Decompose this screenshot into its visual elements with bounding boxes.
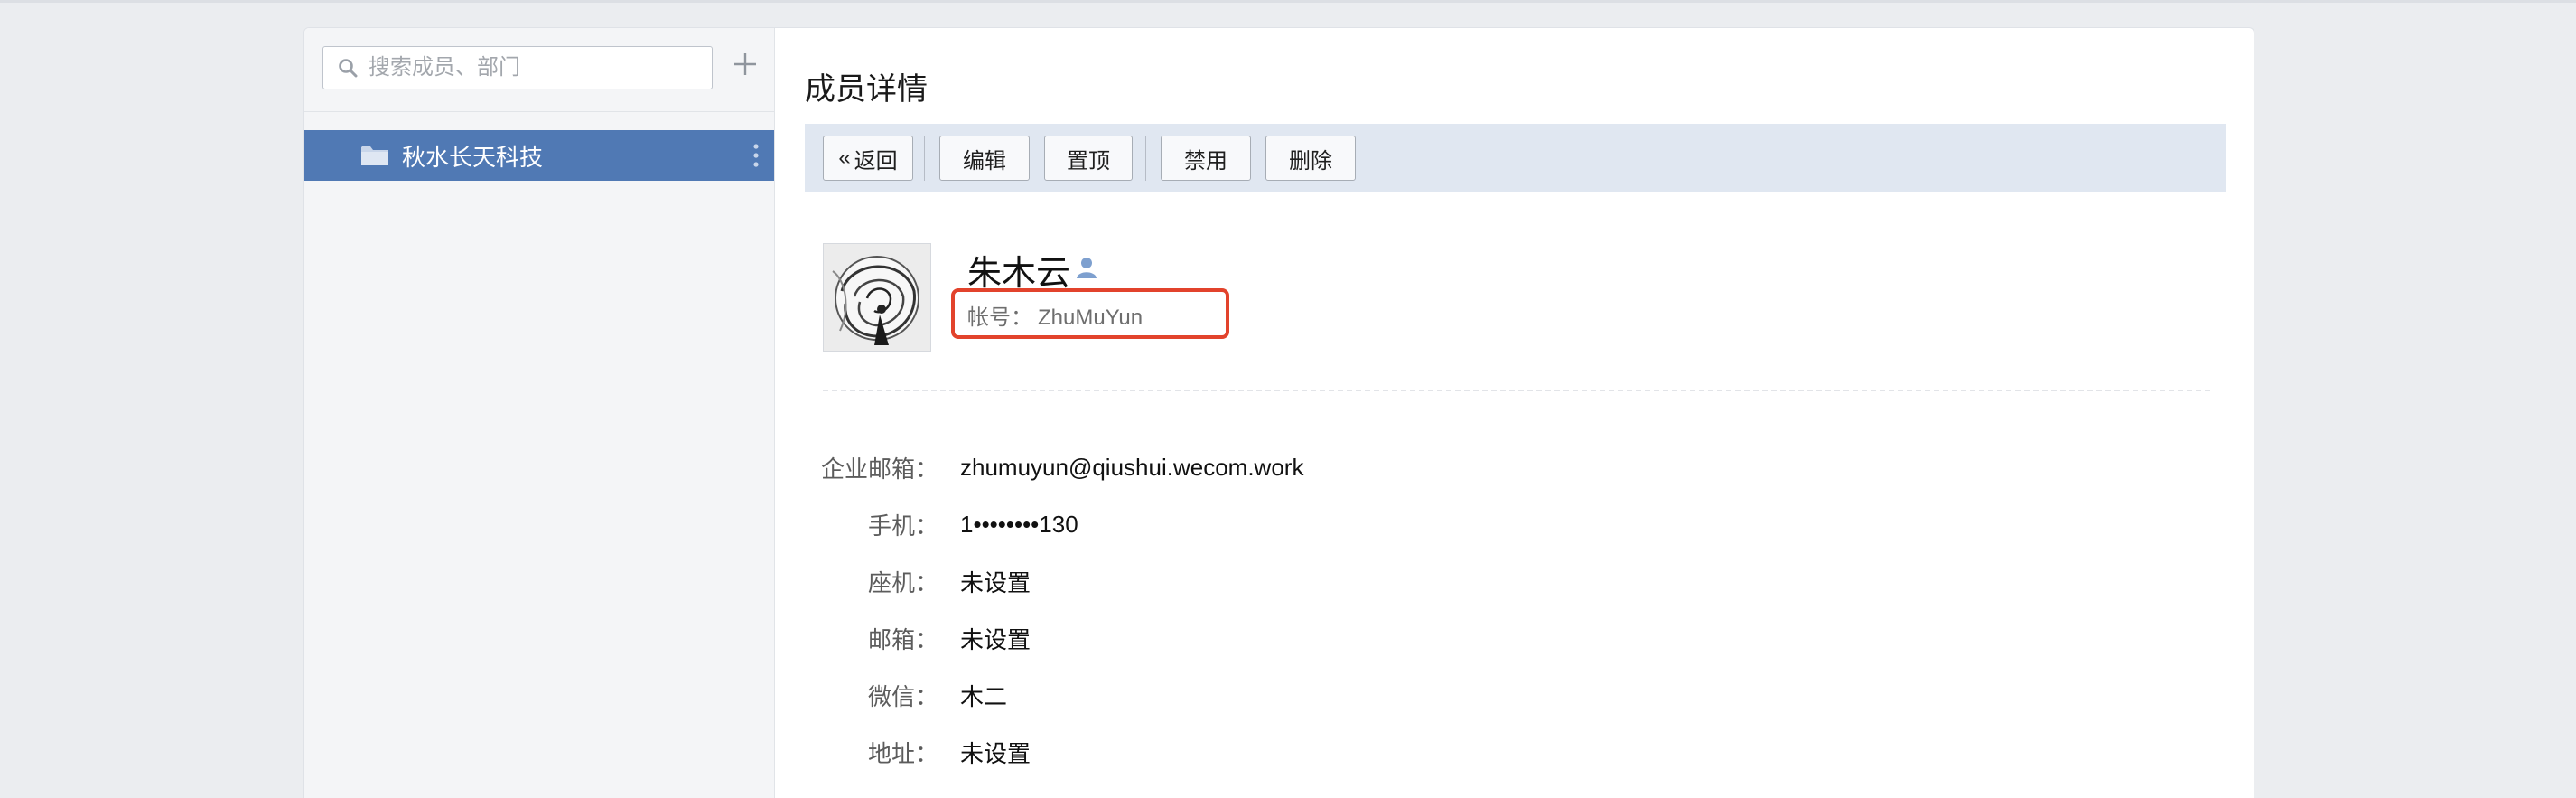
page-title: 成员详情 [805,72,928,107]
back-icon: « [838,146,851,170]
member-person-icon [1075,256,1098,279]
info-row-landline: 座机： 未设置 [774,563,2219,599]
delete-button[interactable]: 删除 [1265,136,1356,181]
sidebar-divider [304,111,774,112]
account-line: 帐号： ZhuMuYun [967,299,1143,331]
info-label: 座机： [867,568,938,596]
info-label: 企业邮箱： [820,455,938,483]
edit-button[interactable]: 编辑 [939,136,1030,181]
pin-button[interactable]: 置顶 [1044,136,1133,181]
account-value: ZhuMuYun [1038,305,1143,330]
info-row-email: 邮箱： 未设置 [774,620,2219,656]
info-label: 手机： [867,512,938,540]
main-panel: 成员详情 « 返回 编辑 置顶 禁用 删除 朱木云 帐号： ZhuMuYun 企… [774,28,2254,798]
app-window: 秋水长天科技 成员详情 « 返回 编辑 置顶 [303,27,2254,798]
info-label: 微信： [867,682,938,710]
toolbar-separator [1145,136,1146,181]
search-box[interactable] [322,46,713,89]
account-label: 帐号： [967,305,1032,330]
back-button[interactable]: « 返回 [823,136,913,181]
back-label: 返回 [854,148,898,174]
info-label: 地址： [867,739,938,767]
plus-icon [733,52,758,81]
info-value: 木二 [960,682,1008,710]
add-button[interactable] [727,48,763,84]
action-toolbar: « 返回 编辑 置顶 禁用 删除 [805,124,2226,192]
info-row-work-email: 企业邮箱： zhumuyun@qiushui.wecom.work [774,449,2219,485]
info-value: 未设置 [960,568,1031,596]
sidebar: 秋水长天科技 [304,28,775,798]
search-input[interactable] [367,54,695,81]
disable-button[interactable]: 禁用 [1161,136,1251,181]
department-item[interactable]: 秋水长天科技 [304,130,774,181]
info-value: zhumuyun@qiushui.wecom.work [960,453,1304,481]
info-row-address: 地址： 未设置 [774,734,2219,770]
folder-icon [360,144,389,167]
info-row-wechat: 微信： 木二 [774,677,2219,713]
member-name: 朱木云 [967,255,1071,293]
info-value: 未设置 [960,625,1031,653]
search-icon [338,58,358,78]
department-label: 秋水长天科技 [402,143,544,171]
info-value: 1••••••••130 [960,510,1078,538]
section-divider [823,390,2210,391]
more-options-icon[interactable] [752,143,760,168]
info-label: 邮箱： [867,625,938,653]
info-row-mobile: 手机： 1••••••••130 [774,506,2219,542]
info-value: 未设置 [960,739,1031,767]
top-border [0,0,2576,3]
toolbar-separator [924,136,925,181]
avatar [823,243,931,352]
